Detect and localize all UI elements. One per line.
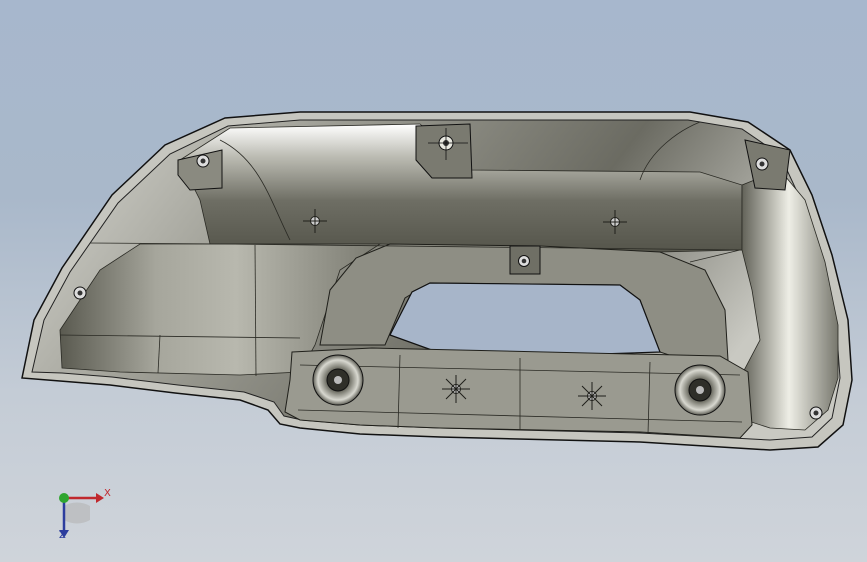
x-axis-arrowhead — [96, 493, 104, 503]
screw-boss-right — [674, 364, 726, 416]
top-mount-tab — [415, 123, 473, 179]
center-small-boss — [509, 245, 541, 275]
left-side-boss — [73, 286, 87, 300]
screw-boss-left — [312, 354, 364, 406]
3d-viewport[interactable]: X Z — [0, 0, 867, 562]
handle-opening — [389, 282, 661, 355]
triad-plane — [64, 502, 90, 524]
x-axis-label: X — [104, 488, 111, 499]
y-axis-dot — [59, 493, 69, 503]
lower-right-boss — [809, 406, 823, 420]
right-curved-wall — [739, 169, 839, 431]
housing-model[interactable] — [0, 0, 867, 562]
z-axis-label: Z — [59, 530, 66, 541]
